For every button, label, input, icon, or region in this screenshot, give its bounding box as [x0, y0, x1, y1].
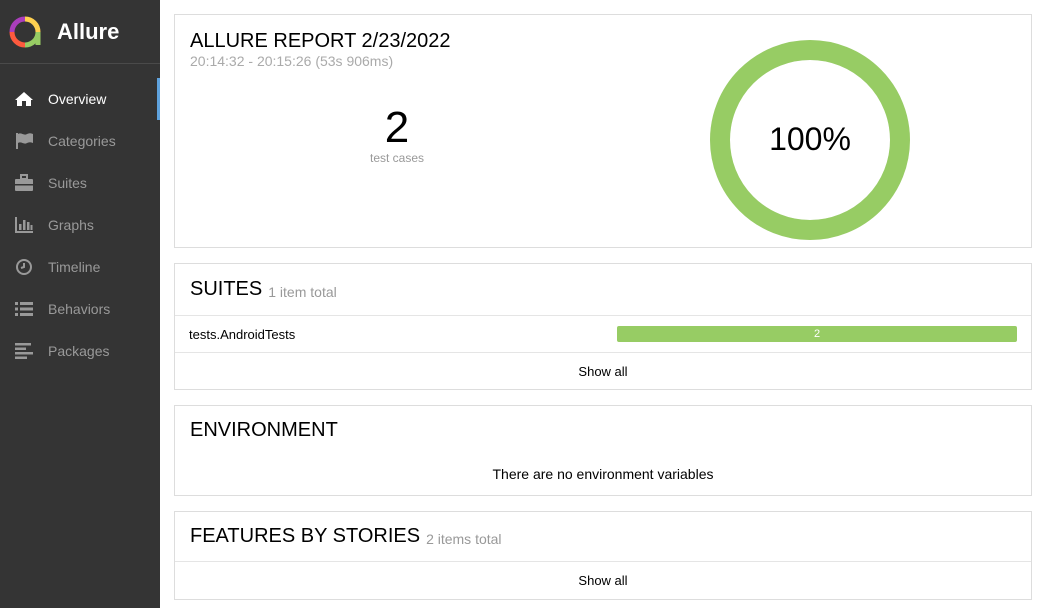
environment-empty-message: There are no environment variables — [492, 466, 714, 482]
suites-widget: SUITES 1 item total tests.AndroidTests 2… — [174, 263, 1032, 390]
sidebar-item-label: Behaviors — [48, 301, 111, 317]
sidebar-item-label: Timeline — [48, 259, 101, 275]
clock-icon — [14, 258, 34, 276]
align-left-icon — [14, 342, 34, 360]
report-time: 20:14:32 - 20:15:26 (53s 906ms) — [190, 53, 394, 69]
features-title: FEATURES BY STORIES — [190, 525, 421, 547]
environment-header: ENVIRONMENT — [175, 406, 1031, 454]
brand[interactable]: Allure — [0, 0, 160, 64]
suites-title: SUITES — [190, 278, 263, 300]
briefcase-icon — [14, 174, 34, 192]
sidebar: Allure Overview Categories Suites Graphs — [0, 0, 160, 608]
sidebar-item-label: Categories — [48, 133, 116, 149]
test-cases-stat: 2 test cases — [337, 103, 457, 166]
sidebar-item-suites[interactable]: Suites — [0, 162, 160, 204]
report-title: ALLURE REPORT 2/23/2022 — [190, 30, 451, 52]
brand-name: Allure — [57, 18, 120, 44]
summary-widget: ALLURE REPORT 2/23/2022 20:14:32 - 20:15… — [174, 14, 1032, 248]
list-icon — [14, 300, 34, 318]
suites-show-all-link[interactable]: Show all — [175, 353, 1031, 389]
features-header: FEATURES BY STORIES 2 items total — [175, 512, 1031, 562]
sidebar-item-label: Overview — [48, 91, 107, 107]
sidebar-nav: Overview Categories Suites Graphs Timeli… — [0, 78, 160, 372]
sidebar-item-label: Suites — [48, 175, 87, 191]
pass-rate-percent: 100% — [769, 121, 851, 157]
sidebar-item-packages[interactable]: Packages — [0, 330, 160, 372]
suites-subtitle: 1 item total — [268, 283, 337, 300]
test-cases-label: test cases — [369, 151, 425, 165]
sidebar-item-overview[interactable]: Overview — [0, 78, 160, 120]
sidebar-item-behaviors[interactable]: Behaviors — [0, 288, 160, 330]
features-show-all-link[interactable]: Show all — [175, 562, 1031, 599]
suite-name: tests.AndroidTests — [189, 326, 296, 342]
sidebar-item-categories[interactable]: Categories — [0, 120, 160, 162]
flag-icon — [14, 132, 34, 150]
features-widget: FEATURES BY STORIES 2 items total Show a… — [174, 511, 1032, 600]
main-content: ALLURE REPORT 2/23/2022 20:14:32 - 20:15… — [160, 0, 1042, 608]
table-row[interactable]: tests.AndroidTests 2 — [175, 316, 1031, 353]
bar-chart-icon — [14, 216, 34, 234]
suites-header: SUITES 1 item total — [175, 264, 1031, 316]
test-cases-count: 2 — [384, 103, 410, 152]
home-icon — [14, 90, 34, 108]
sidebar-item-timeline[interactable]: Timeline — [0, 246, 160, 288]
suite-status-bar: 2 — [617, 326, 1017, 342]
sidebar-item-label: Graphs — [48, 217, 94, 233]
sidebar-item-graphs[interactable]: Graphs — [0, 204, 160, 246]
environment-title: ENVIRONMENT — [190, 418, 338, 441]
environment-widget: ENVIRONMENT There are no environment var… — [174, 405, 1032, 496]
features-subtitle: 2 items total — [426, 530, 502, 547]
sidebar-item-label: Packages — [48, 343, 110, 359]
allure-logo-icon — [9, 16, 41, 47]
